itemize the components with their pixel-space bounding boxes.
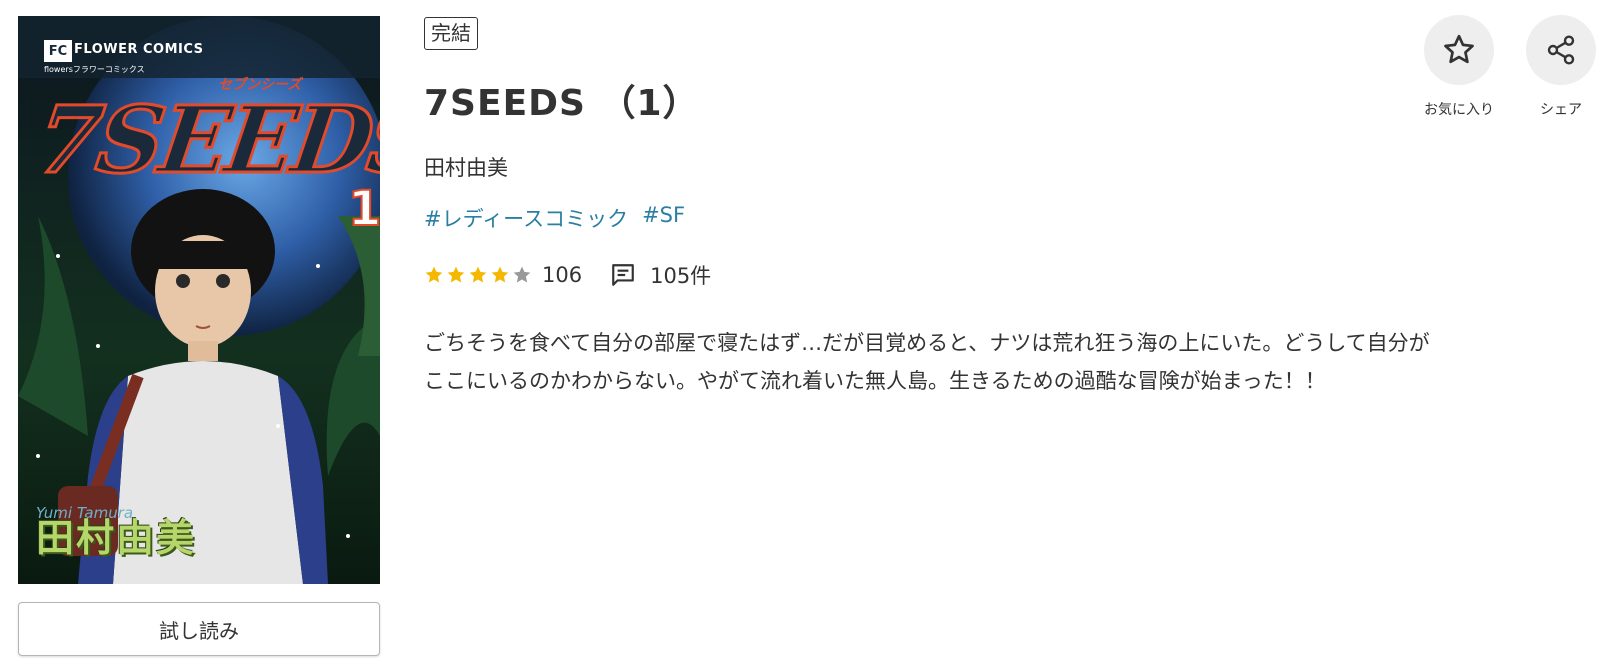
rating-count[interactable]: 106 <box>542 263 582 287</box>
author-link[interactable]: 田村由美 <box>424 152 508 182</box>
cover-author: 田村由美 <box>36 516 197 560</box>
star-filled-icon <box>491 266 509 283</box>
status-badge: 完結 <box>424 17 478 50</box>
star-filled-icon <box>425 266 443 283</box>
share-icon <box>1547 35 1575 65</box>
description-line: ここにいるのかわからない。やがて流れ着いた無人島。生きるための過酷な冒険が始まっ… <box>424 369 1326 393</box>
description-line: ごちそうを食べて自分の部屋で寝たはず…だが目覚めると、ナツは荒れ狂う海の上にいた… <box>424 331 1430 355</box>
rating-row: 106 105件 <box>424 260 711 290</box>
star-outline-icon <box>1444 34 1474 64</box>
publisher-logo: FC <box>44 40 72 62</box>
tag-link[interactable]: #レディースコミック <box>424 203 628 233</box>
tag-list: #レディースコミック #SF <box>424 203 685 233</box>
book-cover[interactable]: FC FLOWER COMICS flowersフラワーコミックス セブンシーズ… <box>18 16 380 584</box>
share-circle[interactable] <box>1526 15 1596 85</box>
tag-link[interactable]: #SF <box>642 203 685 233</box>
publisher-sub-label: flowersフラワーコミックス <box>44 65 145 74</box>
book-description: ごちそうを食べて自分の部屋で寝たはず…だが目覚めると、ナツは荒れ狂う海の上にいた… <box>424 324 1594 400</box>
share-button[interactable]: シェア <box>1520 15 1602 119</box>
cover-logo: 7SEEDS <box>29 85 380 196</box>
favorite-label: お気に入り <box>1424 102 1494 118</box>
star-rating <box>424 265 532 285</box>
cover-volume-number: 1 <box>347 180 380 238</box>
favorite-circle[interactable] <box>1424 15 1494 85</box>
comment-icon <box>612 264 634 286</box>
favorite-button[interactable]: お気に入り <box>1418 15 1500 119</box>
star-empty-icon <box>513 266 531 283</box>
star-filled-icon <box>447 266 465 283</box>
book-title: 7SEEDS （1） <box>424 83 700 124</box>
trial-read-button[interactable]: 試し読み <box>18 602 380 656</box>
review-count[interactable]: 105件 <box>650 260 711 290</box>
share-label: シェア <box>1540 102 1582 118</box>
publisher-label: FLOWER COMICS <box>74 42 204 57</box>
star-filled-icon <box>469 266 487 283</box>
